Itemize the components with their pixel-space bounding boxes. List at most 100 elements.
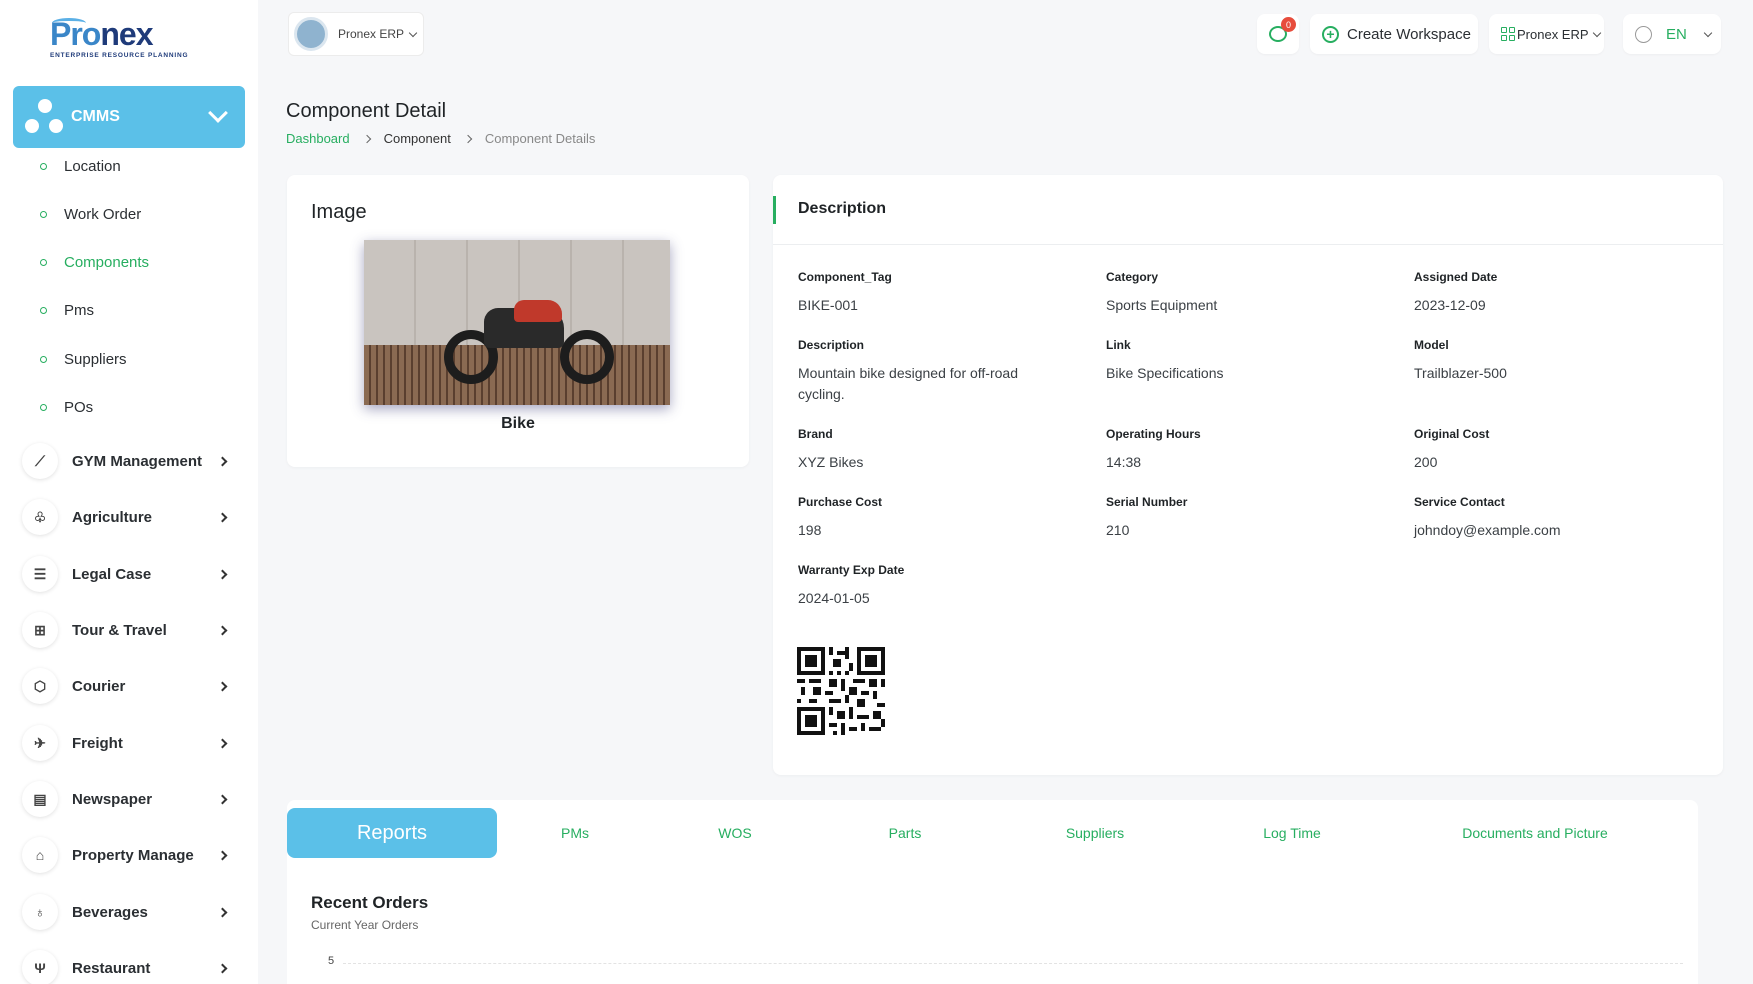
tab-suppliers[interactable]: Suppliers	[1045, 808, 1145, 858]
field-key: Warranty Exp Date	[798, 563, 905, 577]
sidebar-module-agriculture[interactable]: ♧ Agriculture	[22, 498, 232, 536]
field-key: Operating Hours	[1106, 427, 1201, 441]
sidebar-module-newspaper[interactable]: ▤ Newspaper	[22, 780, 232, 818]
sidebar-module-freight[interactable]: ✈ Freight	[22, 724, 232, 762]
tab-pms[interactable]: PMs	[535, 808, 615, 858]
chevron-right-icon	[217, 738, 228, 748]
component-image[interactable]	[364, 240, 670, 405]
sidebar-item-label: Components	[64, 254, 150, 271]
organization-select[interactable]: Pronex ERP	[288, 12, 424, 56]
sidebar-item-suppliers[interactable]: Suppliers	[40, 351, 127, 368]
building-icon: ⌂	[22, 837, 58, 873]
chevron-right-icon	[217, 850, 228, 860]
bullet-icon	[40, 356, 47, 363]
accent-bar	[773, 196, 776, 224]
sidebar-module-cmms[interactable]: CMMS	[13, 86, 245, 148]
bullet-icon	[40, 307, 47, 314]
sidebar-module-beverages[interactable]: ♁ Beverages	[22, 893, 232, 931]
tab-parts[interactable]: Parts	[870, 808, 940, 858]
plane-icon: ✈	[22, 725, 58, 761]
erp-switcher-label: Pronex ERP	[1517, 26, 1589, 42]
bullet-icon	[40, 404, 47, 411]
field-warranty-exp-date: Warranty Exp Date 2024-01-05	[798, 563, 1058, 609]
chevron-right-icon	[217, 512, 228, 522]
breadcrumb-dashboard[interactable]: Dashboard	[286, 131, 350, 146]
module-label: Property Manage	[72, 846, 194, 864]
field-value: 2024-01-05	[798, 590, 870, 606]
field-value: 2023-12-09	[1414, 297, 1486, 313]
erp-switcher[interactable]: Pronex ERP	[1489, 14, 1604, 54]
logo-swoosh	[52, 18, 86, 28]
field-key: Original Cost	[1414, 427, 1490, 441]
description-title: Description	[798, 200, 887, 217]
module-label: Freight	[72, 734, 123, 752]
field-key: Component_Tag	[798, 270, 892, 284]
description-header: Description	[773, 175, 1723, 245]
chevron-down-icon	[1592, 28, 1601, 37]
component-tabs-card: Reports PMs WOS Parts Suppliers Log Time…	[287, 800, 1698, 984]
field-key: Category	[1106, 270, 1159, 284]
page-title: Component Detail	[286, 100, 447, 122]
plant-icon: ♧	[22, 499, 58, 535]
sidebar-module-restaurant[interactable]: Ψ Restaurant	[22, 949, 232, 984]
pronex-logo[interactable]: Pronex ENTERPRISE RESOURCE PLANNING	[50, 16, 190, 66]
field-original-cost: Original Cost 200	[1414, 427, 1674, 473]
field-key: Brand	[798, 427, 833, 441]
tab-reports[interactable]: Reports	[287, 808, 497, 858]
notification-badge: 0	[1281, 17, 1296, 32]
create-workspace-button[interactable]: + Create Workspace	[1310, 14, 1478, 54]
field-serial-number: Serial Number 210	[1106, 495, 1366, 541]
sidebar-item-pms[interactable]: Pms	[40, 302, 94, 319]
sidebar-item-location[interactable]: Location	[40, 158, 121, 175]
image-card-title: Image	[311, 201, 367, 223]
field-assigned-date: Assigned Date 2023-12-09	[1414, 270, 1674, 316]
sidebar-module-gym[interactable]: ⟋ GYM Management	[22, 442, 232, 480]
tab-log-time[interactable]: Log Time	[1242, 808, 1342, 858]
field-key: Purchase Cost	[798, 495, 883, 509]
bullet-icon	[40, 259, 47, 266]
globe-icon	[1635, 25, 1652, 43]
org-avatar	[294, 17, 328, 51]
breadcrumb-component[interactable]: Component	[384, 131, 451, 146]
field-component-tag: Component_Tag BIKE-001	[798, 270, 1058, 316]
checklist-icon: ☰	[22, 556, 58, 592]
field-key: Service Contact	[1414, 495, 1505, 509]
cmms-icon	[25, 99, 65, 135]
glass-icon: ♁	[22, 894, 58, 930]
field-value: Mountain bike designed for off-road cycl…	[798, 365, 1018, 402]
module-label: Legal Case	[72, 565, 152, 583]
breadcrumb: Dashboard Component Component Details	[286, 131, 595, 146]
field-value: 14:38	[1106, 454, 1142, 470]
module-label: Tour & Travel	[72, 621, 167, 639]
sidebar-module-courier[interactable]: ⬡ Courier	[22, 667, 232, 705]
field-value: 200	[1414, 454, 1438, 470]
sidebar-item-label: Work Order	[64, 206, 142, 223]
tab-documents-and-picture[interactable]: Documents and Picture	[1445, 808, 1625, 858]
apps-grid-icon	[1501, 27, 1515, 41]
image-caption: Bike	[501, 415, 535, 432]
sidebar-item-components[interactable]: Components	[40, 254, 149, 271]
language-select[interactable]: EN	[1623, 14, 1721, 54]
report-title: Recent Orders	[311, 893, 429, 912]
sidebar-module-tour-travel[interactable]: ⊞ Tour & Travel	[22, 611, 232, 649]
tab-wos[interactable]: WOS	[700, 808, 770, 858]
cmms-label: CMMS	[71, 108, 120, 125]
sidebar-module-legal-case[interactable]: ☰ Legal Case	[22, 555, 232, 593]
chevron-right-icon	[463, 134, 473, 143]
field-value[interactable]: Bike Specifications	[1106, 363, 1366, 384]
field-description: Description Mountain bike designed for of…	[798, 338, 1048, 405]
module-label: Beverages	[72, 903, 148, 921]
sidebar-item-work-order[interactable]: Work Order	[40, 206, 141, 223]
chevron-right-icon	[217, 794, 228, 804]
newspaper-icon: ▤	[22, 781, 58, 817]
logo-tagline: ENTERPRISE RESOURCE PLANNING	[50, 52, 189, 59]
sidebar-item-pos[interactable]: POs	[40, 399, 93, 416]
sidebar-module-property[interactable]: ⌂ Property Manage	[22, 836, 232, 874]
chevron-right-icon	[217, 963, 228, 973]
module-label: Restaurant	[72, 959, 151, 977]
chevron-right-icon	[217, 625, 228, 635]
field-key: Description	[798, 338, 865, 352]
sidebar-item-label: POs	[64, 399, 94, 416]
field-value: 210	[1106, 522, 1130, 538]
module-label: Newspaper	[72, 790, 153, 808]
